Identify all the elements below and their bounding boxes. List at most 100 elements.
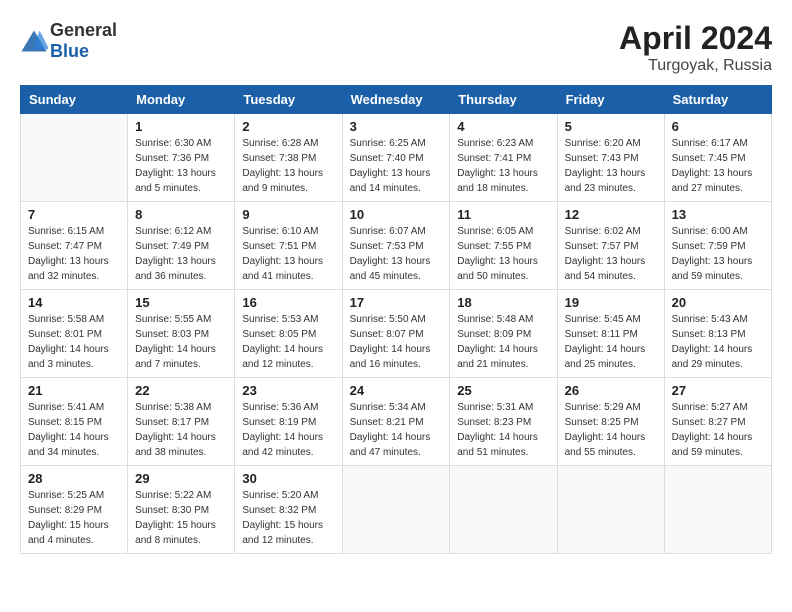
calendar-day-cell: 9 Sunrise: 6:10 AMSunset: 7:51 PMDaylight…	[235, 202, 342, 290]
calendar-day-cell: 13Sunrise: 6:00 AMSunset: 7:59 PMDayligh…	[664, 202, 771, 290]
day-number: 22	[135, 383, 227, 398]
calendar-day-cell: 5 Sunrise: 6:20 AMSunset: 7:43 PMDaylight…	[557, 114, 664, 202]
calendar-day-cell: 29Sunrise: 5:22 AMSunset: 8:30 PMDayligh…	[128, 466, 235, 554]
day-number: 20	[672, 295, 764, 310]
day-info: Sunrise: 6:20 AMSunset: 7:43 PMDaylight:…	[565, 136, 657, 196]
day-info: Sunrise: 6:05 AMSunset: 7:55 PMDaylight:…	[457, 224, 549, 284]
calendar-day-cell: 15 Sunrise: 5:55 AMSunset: 8:03 PMDayligh…	[128, 290, 235, 378]
day-number: 1	[135, 119, 227, 134]
day-of-week-header: Friday	[557, 86, 664, 114]
calendar-day-cell: 26Sunrise: 5:29 AMSunset: 8:25 PMDayligh…	[557, 378, 664, 466]
calendar-day-cell: 21 Sunrise: 5:41 AMSunset: 8:15 PMDayligh…	[21, 378, 128, 466]
day-info: Sunrise: 6:23 AMSunset: 7:41 PMDaylight:…	[457, 136, 549, 196]
calendar-day-cell: 1Sunrise: 6:30 AMSunset: 7:36 PMDaylight…	[128, 114, 235, 202]
calendar-day-cell: 23Sunrise: 5:36 AMSunset: 8:19 PMDayligh…	[235, 378, 342, 466]
calendar-day-cell: 25 Sunrise: 5:31 AMSunset: 8:23 PMDayligh…	[450, 378, 557, 466]
day-info: Sunrise: 5:53 AMSunset: 8:05 PMDaylight:…	[242, 312, 334, 372]
logo-blue-text: Blue	[50, 41, 89, 61]
calendar-week-row: 21 Sunrise: 5:41 AMSunset: 8:15 PMDayligh…	[21, 378, 772, 466]
day-info: Sunrise: 5:45 AMSunset: 8:11 PMDaylight:…	[565, 312, 657, 372]
calendar-day-cell: 6 Sunrise: 6:17 AMSunset: 7:45 PMDaylight…	[664, 114, 771, 202]
logo-general-text: General	[50, 20, 117, 40]
day-number: 8	[135, 207, 227, 222]
day-info: Sunrise: 5:25 AMSunset: 8:29 PMDaylight:…	[28, 488, 120, 548]
day-info: Sunrise: 6:15 AMSunset: 7:47 PMDaylight:…	[28, 224, 120, 284]
day-info: Sunrise: 5:43 AMSunset: 8:13 PMDaylight:…	[672, 312, 764, 372]
calendar-header-row: SundayMondayTuesdayWednesdayThursdayFrid…	[21, 86, 772, 114]
day-number: 21	[28, 383, 120, 398]
calendar-day-cell: 7 Sunrise: 6:15 AMSunset: 7:47 PMDaylight…	[21, 202, 128, 290]
day-number: 25	[457, 383, 549, 398]
page-header: General Blue April 2024 Turgoyak, Russia	[20, 20, 772, 75]
calendar-day-cell: 12 Sunrise: 6:02 AMSunset: 7:57 PMDayligh…	[557, 202, 664, 290]
calendar-day-cell: 28 Sunrise: 5:25 AMSunset: 8:29 PMDayligh…	[21, 466, 128, 554]
day-number: 3	[350, 119, 443, 134]
day-number: 12	[565, 207, 657, 222]
day-number: 10	[350, 207, 443, 222]
day-info: Sunrise: 5:48 AMSunset: 8:09 PMDaylight:…	[457, 312, 549, 372]
calendar-day-cell: 3 Sunrise: 6:25 AMSunset: 7:40 PMDaylight…	[342, 114, 450, 202]
title-block: April 2024 Turgoyak, Russia	[619, 20, 772, 75]
calendar-week-row: 7 Sunrise: 6:15 AMSunset: 7:47 PMDaylight…	[21, 202, 772, 290]
calendar-day-cell	[342, 466, 450, 554]
day-number: 9	[242, 207, 334, 222]
day-of-week-header: Monday	[128, 86, 235, 114]
day-info: Sunrise: 5:22 AMSunset: 8:30 PMDaylight:…	[135, 488, 227, 548]
day-of-week-header: Sunday	[21, 86, 128, 114]
calendar-day-cell	[664, 466, 771, 554]
calendar-day-cell: 22Sunrise: 5:38 AMSunset: 8:17 PMDayligh…	[128, 378, 235, 466]
calendar-week-row: 1Sunrise: 6:30 AMSunset: 7:36 PMDaylight…	[21, 114, 772, 202]
day-number: 5	[565, 119, 657, 134]
day-number: 7	[28, 207, 120, 222]
day-number: 28	[28, 471, 120, 486]
day-number: 19	[565, 295, 657, 310]
calendar-day-cell: 17Sunrise: 5:50 AMSunset: 8:07 PMDayligh…	[342, 290, 450, 378]
day-info: Sunrise: 6:10 AMSunset: 7:51 PMDaylight:…	[242, 224, 334, 284]
day-info: Sunrise: 6:02 AMSunset: 7:57 PMDaylight:…	[565, 224, 657, 284]
day-info: Sunrise: 5:34 AMSunset: 8:21 PMDaylight:…	[350, 400, 443, 460]
logo-icon	[20, 27, 48, 55]
day-info: Sunrise: 6:17 AMSunset: 7:45 PMDaylight:…	[672, 136, 764, 196]
day-number: 4	[457, 119, 549, 134]
day-number: 14	[28, 295, 120, 310]
day-info: Sunrise: 5:50 AMSunset: 8:07 PMDaylight:…	[350, 312, 443, 372]
calendar-day-cell: 14Sunrise: 5:58 AMSunset: 8:01 PMDayligh…	[21, 290, 128, 378]
day-of-week-header: Tuesday	[235, 86, 342, 114]
calendar-day-cell	[21, 114, 128, 202]
day-number: 6	[672, 119, 764, 134]
day-info: Sunrise: 5:41 AMSunset: 8:15 PMDaylight:…	[28, 400, 120, 460]
day-of-week-header: Wednesday	[342, 86, 450, 114]
day-number: 16	[242, 295, 334, 310]
day-info: Sunrise: 6:07 AMSunset: 7:53 PMDaylight:…	[350, 224, 443, 284]
calendar-week-row: 28 Sunrise: 5:25 AMSunset: 8:29 PMDayligh…	[21, 466, 772, 554]
day-of-week-header: Thursday	[450, 86, 557, 114]
day-number: 11	[457, 207, 549, 222]
day-info: Sunrise: 6:12 AMSunset: 7:49 PMDaylight:…	[135, 224, 227, 284]
calendar-day-cell: 27 Sunrise: 5:27 AMSunset: 8:27 PMDayligh…	[664, 378, 771, 466]
calendar-table: SundayMondayTuesdayWednesdayThursdayFrid…	[20, 85, 772, 554]
day-number: 2	[242, 119, 334, 134]
day-number: 15	[135, 295, 227, 310]
calendar-day-cell: 18 Sunrise: 5:48 AMSunset: 8:09 PMDayligh…	[450, 290, 557, 378]
location-subtitle: Turgoyak, Russia	[619, 57, 772, 75]
calendar-day-cell: 24 Sunrise: 5:34 AMSunset: 8:21 PMDayligh…	[342, 378, 450, 466]
day-info: Sunrise: 5:20 AMSunset: 8:32 PMDaylight:…	[242, 488, 334, 548]
calendar-day-cell	[557, 466, 664, 554]
day-number: 18	[457, 295, 549, 310]
day-info: Sunrise: 5:31 AMSunset: 8:23 PMDaylight:…	[457, 400, 549, 460]
day-info: Sunrise: 5:29 AMSunset: 8:25 PMDaylight:…	[565, 400, 657, 460]
logo: General Blue	[20, 20, 117, 62]
calendar-day-cell: 20 Sunrise: 5:43 AMSunset: 8:13 PMDayligh…	[664, 290, 771, 378]
day-info: Sunrise: 6:25 AMSunset: 7:40 PMDaylight:…	[350, 136, 443, 196]
day-number: 27	[672, 383, 764, 398]
calendar-day-cell: 16 Sunrise: 5:53 AMSunset: 8:05 PMDayligh…	[235, 290, 342, 378]
day-of-week-header: Saturday	[664, 86, 771, 114]
month-year-title: April 2024	[619, 20, 772, 57]
day-number: 24	[350, 383, 443, 398]
day-info: Sunrise: 6:00 AMSunset: 7:59 PMDaylight:…	[672, 224, 764, 284]
day-info: Sunrise: 5:55 AMSunset: 8:03 PMDaylight:…	[135, 312, 227, 372]
calendar-day-cell: 11 Sunrise: 6:05 AMSunset: 7:55 PMDayligh…	[450, 202, 557, 290]
calendar-day-cell: 10 Sunrise: 6:07 AMSunset: 7:53 PMDayligh…	[342, 202, 450, 290]
calendar-day-cell: 8 Sunrise: 6:12 AMSunset: 7:49 PMDaylight…	[128, 202, 235, 290]
day-info: Sunrise: 5:27 AMSunset: 8:27 PMDaylight:…	[672, 400, 764, 460]
